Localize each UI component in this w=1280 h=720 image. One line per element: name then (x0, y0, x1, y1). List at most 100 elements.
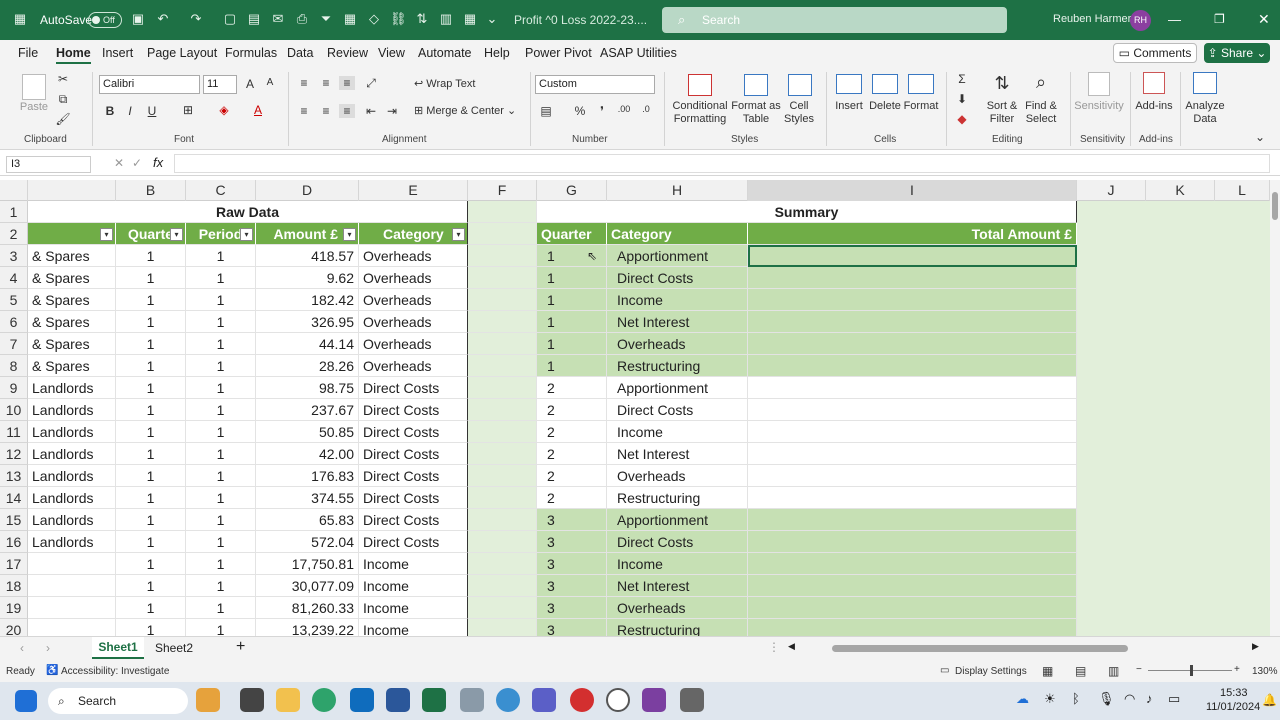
insert-cells-icon[interactable] (836, 74, 862, 94)
table-cell[interactable]: 1 (186, 311, 256, 333)
prev-sheet-icon[interactable]: ‹ (20, 641, 24, 655)
table-cell[interactable]: 1 (186, 421, 256, 443)
total-amount-cell[interactable] (748, 245, 1077, 267)
cell-styles-icon[interactable] (788, 74, 812, 96)
delete-cells-icon[interactable] (872, 74, 898, 94)
red-app-icon[interactable] (570, 688, 594, 712)
summary-cell[interactable]: Apportionment (607, 245, 748, 267)
mail-icon[interactable]: ✉ (270, 11, 286, 27)
align-top-icon[interactable]: ≡ (296, 76, 312, 90)
briefcase-icon[interactable] (196, 688, 220, 712)
total-amount-cell[interactable] (748, 465, 1077, 487)
table-cell[interactable]: 30,077.09 (256, 575, 359, 597)
row-header[interactable]: 1 (0, 201, 28, 223)
accessibility-status[interactable]: Accessibility: Investigate (61, 666, 169, 677)
column-header-j[interactable]: J (1077, 180, 1146, 201)
find-select-icon[interactable]: ⌕ (1033, 72, 1049, 93)
total-amount-cell[interactable] (748, 333, 1077, 355)
filter-dropdown-icon[interactable]: ▾ (100, 228, 113, 241)
table-cell[interactable]: 572.04 (256, 531, 359, 553)
format-cells-button[interactable]: Format (902, 100, 940, 113)
row-header[interactable]: 17 (0, 553, 28, 575)
menu-view[interactable]: View (378, 46, 405, 60)
summary-cell[interactable]: 3 (537, 553, 607, 575)
add-ins-button[interactable]: Add-ins (1134, 100, 1174, 113)
row-header[interactable]: 12 (0, 443, 28, 465)
column-header-l[interactable]: L (1215, 180, 1270, 201)
table-cell[interactable]: Overheads (359, 245, 468, 267)
summary-cell[interactable]: 1 (537, 355, 607, 377)
scroll-right-icon[interactable]: ▶ (1252, 641, 1259, 652)
raw-header-2[interactable]: Amount £ ▾ (256, 223, 359, 245)
menu-data[interactable]: Data (287, 46, 313, 60)
format-cells-icon[interactable] (908, 74, 934, 94)
filter-dropdown-icon[interactable]: ▾ (452, 228, 465, 241)
align-right-icon[interactable]: ≡ (339, 104, 355, 118)
row-header[interactable]: 9 (0, 377, 28, 399)
filter-dropdown-icon[interactable]: ▾ (343, 228, 356, 241)
clock-app-icon[interactable] (606, 688, 630, 712)
summary-title[interactable]: Summary (537, 201, 1077, 223)
wrap-text-button[interactable]: ↩ Wrap Text (414, 78, 475, 91)
table-cell[interactable]: Landlords (28, 421, 116, 443)
select-all[interactable] (0, 180, 28, 201)
empty-cell[interactable] (468, 399, 537, 421)
table-cell[interactable]: Overheads (359, 333, 468, 355)
column-header-h[interactable]: H (607, 180, 748, 201)
merge-center-button[interactable]: ⊞ Merge & Center ⌄ (414, 105, 516, 118)
filter-dropdown-icon[interactable]: ▾ (170, 228, 183, 241)
analyze-data-icon[interactable] (1193, 72, 1217, 94)
row-header[interactable]: 18 (0, 575, 28, 597)
zoom-in-icon[interactable]: + (1234, 664, 1240, 675)
table-cell[interactable]: 237.67 (256, 399, 359, 421)
increase-font-icon[interactable]: A (242, 77, 258, 91)
empty-cell[interactable] (468, 267, 537, 289)
table-cell[interactable]: & Spares (28, 267, 116, 289)
table-cell[interactable]: 176.83 (256, 465, 359, 487)
summary-cell[interactable]: 3 (537, 575, 607, 597)
align-left-icon[interactable]: ≡ (296, 104, 312, 118)
row-header[interactable]: 7 (0, 333, 28, 355)
table-cell[interactable]: & Spares (28, 333, 116, 355)
summary-cell[interactable]: 3 (537, 509, 607, 531)
zoom-out-icon[interactable]: − (1136, 664, 1142, 675)
summary-cell[interactable]: Net Interest (607, 575, 748, 597)
table-cell[interactable]: 17,750.81 (256, 553, 359, 575)
empty-cell[interactable] (468, 355, 537, 377)
menu-file[interactable]: File (18, 46, 38, 60)
table-cell[interactable]: & Spares (28, 289, 116, 311)
formula-input[interactable] (174, 154, 1270, 173)
summary-cell[interactable]: Income (607, 289, 748, 311)
table-cell[interactable]: 1 (186, 399, 256, 421)
empty-cell[interactable] (468, 443, 537, 465)
windows-start-icon[interactable] (15, 690, 37, 712)
row-header[interactable]: 13 (0, 465, 28, 487)
table-cell[interactable]: 1 (186, 443, 256, 465)
table-cell[interactable]: 13,239.22 (256, 619, 359, 636)
table-cell[interactable]: 1 (116, 311, 186, 333)
table-cell[interactable]: Direct Costs (359, 421, 468, 443)
summary-cell[interactable]: Overheads (607, 597, 748, 619)
table-cell[interactable]: Direct Costs (359, 399, 468, 421)
font-color-icon[interactable]: A (250, 103, 266, 117)
copy-icon[interactable]: ⧉ (55, 92, 71, 107)
raw-header-0[interactable]: Quarte ▾ (116, 223, 186, 245)
table-cell[interactable]: Direct Costs (359, 465, 468, 487)
menu-page-layout[interactable]: Page Layout (147, 46, 217, 60)
tab-split-icon[interactable]: ⋮ (768, 640, 780, 654)
empty-cell[interactable] (468, 465, 537, 487)
summary-cell[interactable]: 1 (537, 311, 607, 333)
column-header-a[interactable] (28, 180, 116, 201)
table-cell[interactable]: 182.42 (256, 289, 359, 311)
orientation-icon[interactable]: ⤢ (363, 76, 379, 91)
number-format-select[interactable]: Custom (535, 75, 655, 94)
table-cell[interactable]: 418.57 (256, 245, 359, 267)
decrease-decimal-icon[interactable]: .0 (638, 104, 654, 114)
align-center-icon[interactable]: ≡ (318, 104, 334, 118)
table-cell[interactable]: Direct Costs (359, 509, 468, 531)
decrease-indent-icon[interactable]: ⇤ (363, 104, 379, 118)
battery-icon[interactable]: ▭ (1168, 691, 1180, 707)
raw-header-3[interactable]: Category ▾ (359, 223, 468, 245)
summary-cell[interactable]: Restructuring (607, 619, 748, 636)
total-amount-cell[interactable] (748, 575, 1077, 597)
